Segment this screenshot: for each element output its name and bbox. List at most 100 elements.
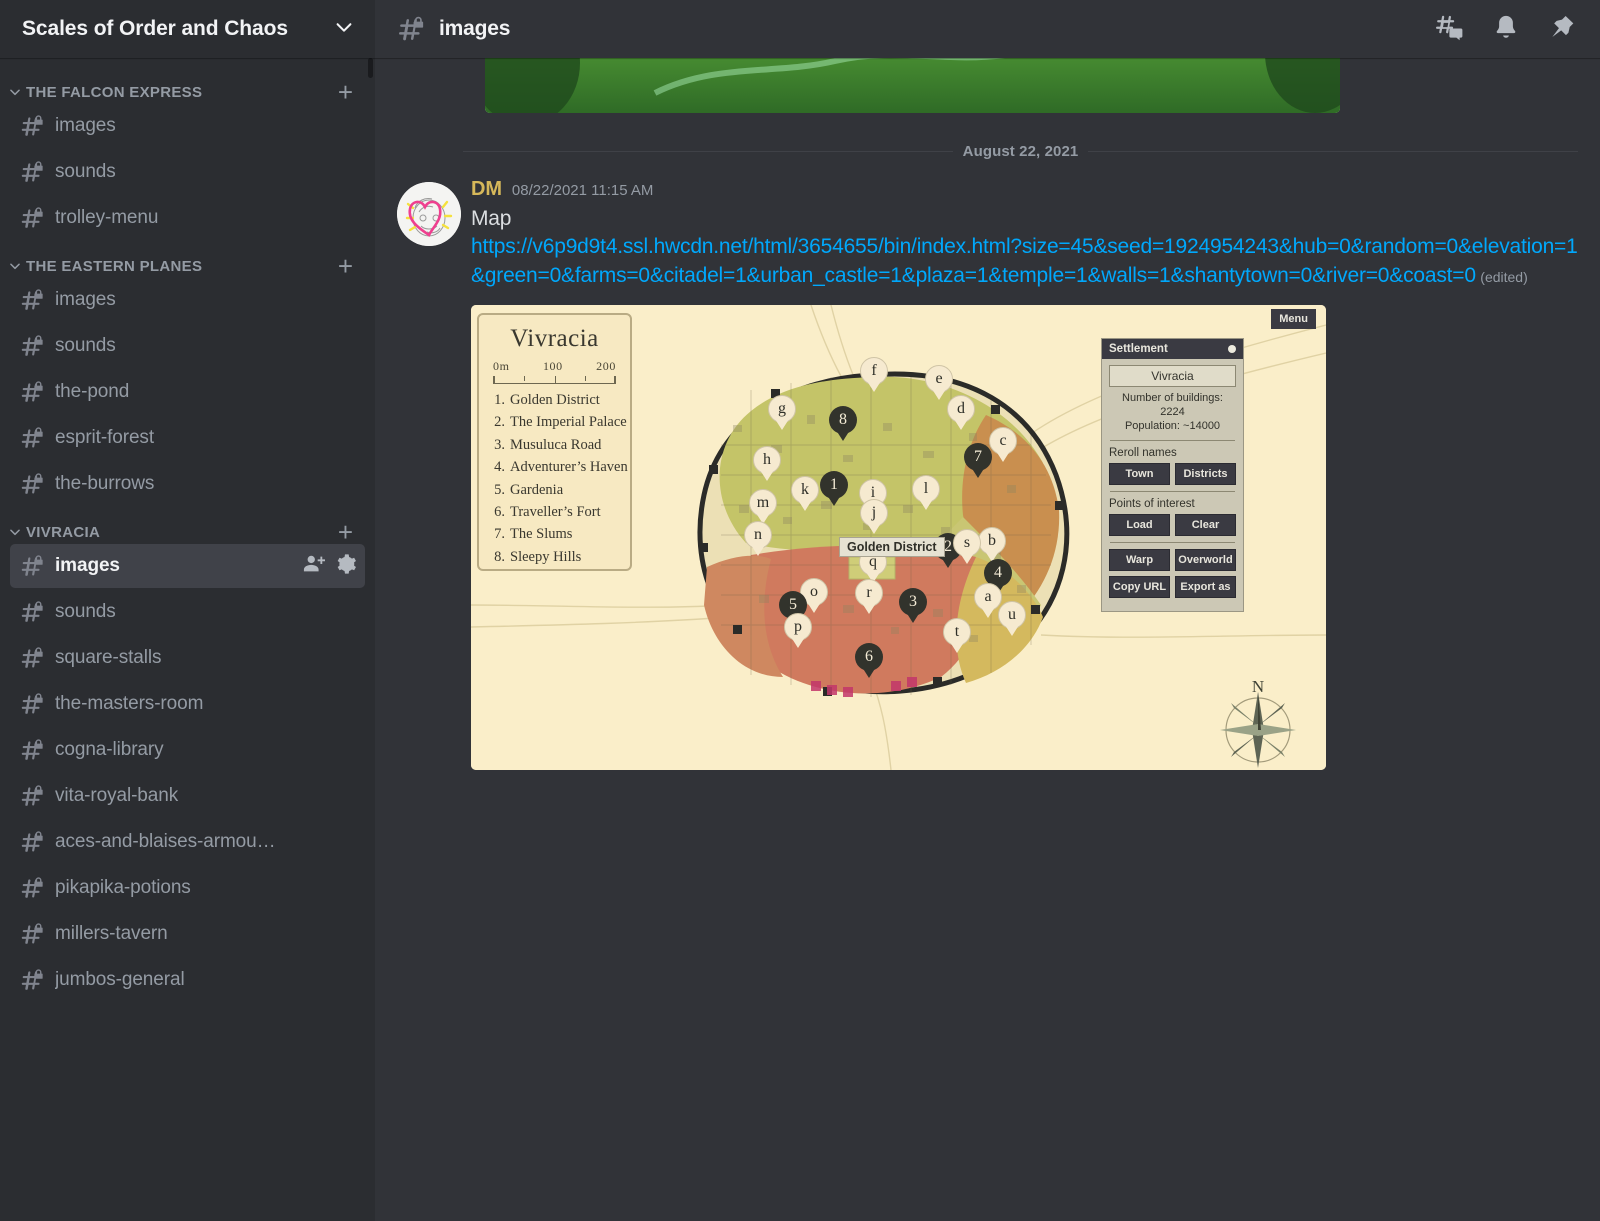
sidebar-item-jumbos-general[interactable]: jumbos-general <box>10 958 365 1002</box>
sidebar-scrollbar[interactable] <box>368 58 373 78</box>
map-marker-p[interactable]: p <box>784 612 812 648</box>
sidebar-item-the-burrows[interactable]: the-burrows <box>10 462 365 506</box>
edited-badge: (edited) <box>1480 268 1528 285</box>
map-embed[interactable]: Vivracia 0m 100 200 1. Golden District 2… <box>471 304 1326 770</box>
category-name: VIVRACIA <box>26 523 101 541</box>
sidebar-item-label: images <box>55 115 116 136</box>
avatar[interactable] <box>397 182 461 246</box>
add-channel-button[interactable]: + <box>338 519 365 545</box>
legend-entry: 2. The Imperial Palace <box>491 411 627 433</box>
sidebar-item-label: the-burrows <box>55 473 155 494</box>
sidebar-item-cogna-library[interactable]: cogna-library <box>10 728 365 772</box>
map-marker-l[interactable]: l <box>912 474 940 510</box>
sidebar-item-sounds[interactable]: sounds <box>10 324 365 368</box>
sidebar-item-label: sounds <box>55 601 116 622</box>
private-channel-icon <box>20 287 46 313</box>
map-marker-r[interactable]: r <box>855 578 883 614</box>
sidebar-item-pikapika-potions[interactable]: pikapika-potions <box>10 866 365 910</box>
gear-icon[interactable] <box>335 553 357 580</box>
map-marker-t[interactable]: t <box>943 617 971 653</box>
sidebar-item-millers-tavern[interactable]: millers-tavern <box>10 912 365 956</box>
legend-entry-label: The Slums <box>510 526 573 543</box>
threads-icon[interactable] <box>1434 12 1464 47</box>
sidebar-item-esprit-forest[interactable]: esprit-forest <box>10 416 365 460</box>
map-marker-3[interactable]: 3 <box>899 587 927 623</box>
export-as-button[interactable]: Export as <box>1175 575 1236 598</box>
sidebar-item-label: cogna-library <box>55 739 164 760</box>
map-marker-1[interactable]: 1 <box>820 470 848 506</box>
map-marker-tail <box>867 522 881 534</box>
divider-line-left <box>463 151 953 152</box>
reroll-districts-button[interactable]: Districts <box>1175 462 1236 485</box>
warp-button[interactable]: Warp <box>1109 548 1170 571</box>
map-marker-tail <box>775 418 789 430</box>
map-marker-tail <box>867 380 881 392</box>
sidebar-item-the-pond[interactable]: the-pond <box>10 370 365 414</box>
category-collapse-icon[interactable] <box>8 525 22 539</box>
channel-list[interactable]: THE FALCON EXPRESS + images sounds trolle… <box>0 58 375 1221</box>
clear-button[interactable]: Clear <box>1175 513 1236 536</box>
map-marker-m[interactable]: m <box>749 488 777 524</box>
category-name: THE EASTERN PLANES <box>26 257 203 275</box>
date-divider: August 22, 2021 <box>463 143 1578 160</box>
map-marker-s[interactable]: s <box>953 528 981 564</box>
category-header-vivracia[interactable]: VIVRACIA + <box>0 508 375 545</box>
sidebar-item-images[interactable]: images <box>10 278 365 322</box>
category-header-the-eastern-planes[interactable]: THE EASTERN PLANES + <box>0 242 375 279</box>
invite-icon[interactable] <box>303 553 325 580</box>
message-body: DM 08/22/2021 11:15 AM Map https://v6p9d… <box>465 178 1578 770</box>
reroll-button-row: Town Districts <box>1109 462 1236 485</box>
private-channel-icon <box>20 333 46 359</box>
sidebar-item-images[interactable]: images <box>10 544 365 588</box>
sidebar-item-sounds[interactable]: sounds <box>10 590 365 634</box>
map-marker-tail <box>791 636 805 648</box>
category-collapse-icon[interactable] <box>8 85 22 99</box>
sidebar-item-square-stalls[interactable]: square-stalls <box>10 636 365 680</box>
map-url-link[interactable]: https://v6p9d9t4.ssl.hwcdn.net/html/3654… <box>471 235 1578 287</box>
sidebar-item-images[interactable]: images <box>10 104 365 148</box>
sidebar-item-sounds[interactable]: sounds <box>10 150 365 194</box>
map-marker-tail <box>981 606 995 618</box>
overworld-button[interactable]: Overworld <box>1175 548 1236 571</box>
map-marker-tail <box>950 641 964 653</box>
sidebar-item-the-masters-room[interactable]: the-masters-room <box>10 682 365 726</box>
map-marker-8[interactable]: 8 <box>829 405 857 441</box>
add-channel-button[interactable]: + <box>338 79 365 105</box>
bell-icon[interactable] <box>1492 13 1520 46</box>
pin-icon[interactable] <box>1548 13 1576 46</box>
sidebar-item-vita-royal-bank[interactable]: vita-royal-bank <box>10 774 365 818</box>
sidebar-item-label: esprit-forest <box>55 427 155 448</box>
landscape-attachment-image[interactable] <box>485 58 1340 113</box>
load-button[interactable]: Load <box>1109 513 1170 536</box>
map-marker-d[interactable]: d <box>947 394 975 430</box>
map-marker-6[interactable]: 6 <box>855 642 883 678</box>
settlement-panel[interactable]: Settlement Vivracia Number of buildings:… <box>1101 337 1244 612</box>
sidebar-item-label: the-pond <box>55 381 130 402</box>
add-channel-button[interactable]: + <box>338 253 365 279</box>
map-marker-c[interactable]: c <box>989 426 1017 462</box>
private-channel-icon <box>20 471 46 497</box>
map-menu-button[interactable]: Menu <box>1271 308 1316 329</box>
map-marker-f[interactable]: f <box>860 356 888 392</box>
guild-header[interactable]: Scales of Order and Chaos <box>0 0 375 58</box>
map-marker-n[interactable]: n <box>744 520 772 556</box>
collapse-dot-icon[interactable] <box>1228 344 1236 353</box>
sidebar-item-aces-and-blaises-armou[interactable]: aces-and-blaises-armou… <box>10 820 365 864</box>
sidebar-item-trolley-menu[interactable]: trolley-menu <box>10 196 365 240</box>
avatar-column <box>397 178 465 770</box>
reroll-town-button[interactable]: Town <box>1109 462 1170 485</box>
map-marker-b[interactable]: b <box>978 526 1006 562</box>
message-list[interactable]: August 22, 2021 DM 08/22/2021 11:15 AM M… <box>375 58 1600 1221</box>
map-marker-u[interactable]: u <box>998 600 1026 636</box>
copy-url-button[interactable]: Copy URL <box>1109 575 1170 598</box>
map-marker-k[interactable]: k <box>791 475 819 511</box>
map-marker-tail <box>827 494 841 506</box>
town-name-field[interactable]: Vivracia <box>1109 364 1236 387</box>
message-author[interactable]: DM <box>471 178 502 201</box>
map-marker-g[interactable]: g <box>768 394 796 430</box>
map-marker-h[interactable]: h <box>753 445 781 481</box>
map-marker-j[interactable]: j <box>860 498 888 534</box>
category-collapse-icon[interactable] <box>8 259 22 273</box>
category-header-the-falcon-express[interactable]: THE FALCON EXPRESS + <box>0 68 375 105</box>
map-marker-7[interactable]: 7 <box>964 442 992 478</box>
